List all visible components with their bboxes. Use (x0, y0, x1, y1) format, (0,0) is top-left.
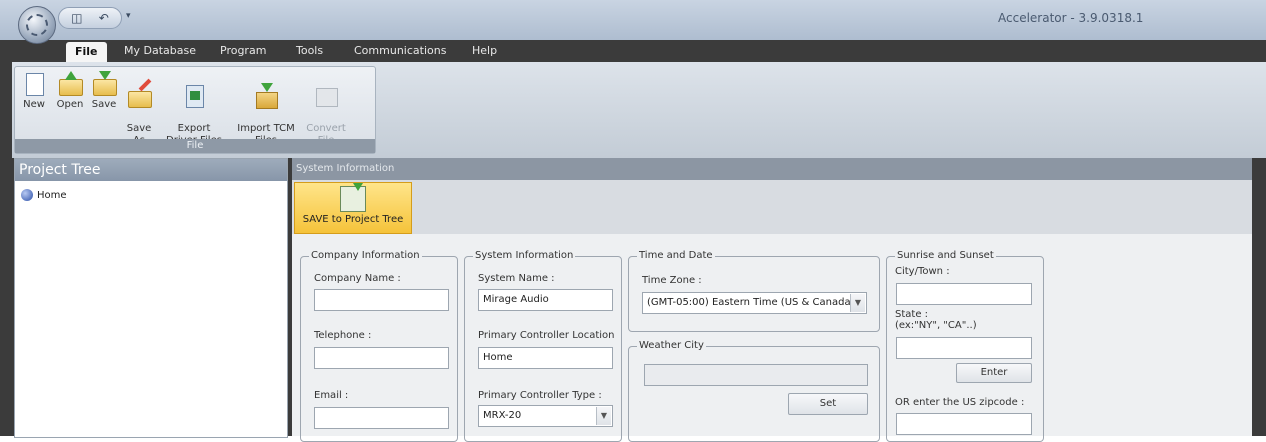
company-name-label: Company Name : (314, 273, 401, 284)
tab-program[interactable]: Program (220, 44, 266, 57)
time-zone-value: (GMT-05:00) Eastern Time (US & Canada (647, 297, 851, 308)
panel-title: System Information (292, 158, 1252, 180)
app-logo-icon (26, 14, 48, 36)
primary-controller-type-label: Primary Controller Type : (478, 390, 602, 401)
sunrise-and-sunset-group: Sunrise and Sunset City/Town : State : (… (886, 250, 1044, 442)
time-zone-select[interactable]: (GMT-05:00) Eastern Time (US & Canada ▼ (642, 292, 867, 314)
ribbon-group-label: File (15, 139, 375, 153)
email-label: Email : (314, 390, 349, 401)
weather-city-legend: Weather City (637, 340, 706, 351)
company-information-legend: Company Information (309, 250, 422, 261)
primary-controller-type-value: MRX-20 (483, 410, 522, 421)
window-edge (0, 62, 12, 158)
system-name-field[interactable]: Mirage Audio (478, 289, 613, 311)
system-information-panel: System Information SAVE to Project Tree … (292, 158, 1252, 442)
open-folder-icon (57, 71, 83, 97)
ribbon-group-file: New Open Save Save As Export Driver File… (14, 66, 376, 154)
system-information-group: System Information System Name : Mirage … (464, 250, 622, 442)
panel-toolbar (292, 180, 1252, 234)
tab-my-database[interactable]: My Database (124, 44, 196, 57)
convert-file-icon (313, 83, 339, 109)
sunrise-and-sunset-legend: Sunrise and Sunset (895, 250, 996, 261)
save-as-icon (126, 78, 152, 109)
state-label: State : (895, 309, 929, 320)
chevron-down-icon[interactable]: ▼ (596, 407, 611, 425)
new-button[interactable]: New (19, 71, 49, 111)
app-title: Accelerator - 3.9.0318.1 (998, 11, 1144, 25)
telephone-label: Telephone : (314, 330, 372, 341)
primary-controller-location-field[interactable]: Home (478, 347, 613, 369)
window-edge-left (0, 158, 14, 436)
zipcode-field[interactable] (896, 413, 1032, 435)
save-to-tree-icon (340, 183, 366, 212)
telephone-field[interactable] (314, 347, 449, 369)
import-box-icon (253, 83, 279, 109)
state-hint: (ex:"NY", "CA"..) (895, 320, 977, 331)
open-button-label: Open (56, 99, 84, 110)
export-icon (181, 83, 207, 109)
save-to-project-tree-label: SAVE to Project Tree (302, 214, 404, 225)
time-and-date-group: Time and Date Time Zone : (GMT-05:00) Ea… (628, 250, 880, 332)
company-name-field[interactable] (314, 289, 449, 311)
tab-tools[interactable]: Tools (296, 44, 323, 57)
menu-tab-bar: File My Database Program Tools Communica… (0, 40, 1266, 62)
set-button[interactable]: Set (788, 393, 868, 415)
tab-file[interactable]: File (66, 42, 107, 62)
city-town-field[interactable] (896, 283, 1032, 305)
system-information-legend: System Information (473, 250, 576, 261)
city-town-label: City/Town : (895, 266, 950, 277)
system-name-label: System Name : (478, 273, 555, 284)
form-area: Company Information Company Name : Telep… (292, 234, 1252, 442)
quick-access-toolbar: ◫ ↶ (58, 7, 122, 29)
project-tree-panel: Project Tree Home (14, 158, 288, 438)
weather-city-group: Weather City Set (628, 340, 880, 442)
new-button-label: New (23, 99, 45, 110)
time-and-date-legend: Time and Date (637, 250, 715, 261)
globe-icon (21, 189, 33, 201)
application-menu-button[interactable] (18, 6, 56, 44)
primary-controller-location-label: Primary Controller Location (478, 330, 615, 341)
save-button[interactable]: Save (89, 71, 119, 111)
project-tree-title: Project Tree (15, 159, 287, 181)
save-folder-icon (91, 71, 117, 97)
save-to-project-tree-button[interactable]: SAVE to Project Tree (294, 182, 412, 234)
zipcode-label: OR enter the US zipcode : (895, 397, 1025, 408)
primary-controller-type-select[interactable]: MRX-20 ▼ (478, 405, 613, 427)
tree-item-home[interactable]: Home (21, 189, 67, 201)
save-button-label: Save (91, 99, 117, 110)
open-button[interactable]: Open (53, 71, 87, 111)
tab-help[interactable]: Help (472, 44, 497, 57)
state-field[interactable] (896, 337, 1032, 359)
tab-communications[interactable]: Communications (354, 44, 446, 57)
quick-access-dropdown-icon[interactable]: ▾ (126, 11, 131, 21)
email-field[interactable] (314, 407, 449, 429)
undo-icon[interactable]: ↶ (99, 11, 109, 25)
company-information-group: Company Information Company Name : Telep… (300, 250, 458, 442)
save-icon[interactable]: ◫ (71, 11, 82, 25)
time-zone-label: Time Zone : (642, 275, 702, 286)
tree-item-label: Home (37, 189, 67, 201)
enter-button[interactable]: Enter (956, 363, 1032, 383)
new-document-icon (21, 71, 47, 97)
chevron-down-icon[interactable]: ▼ (850, 294, 865, 312)
window-edge-right (1252, 158, 1266, 436)
weather-city-field[interactable] (644, 364, 868, 386)
